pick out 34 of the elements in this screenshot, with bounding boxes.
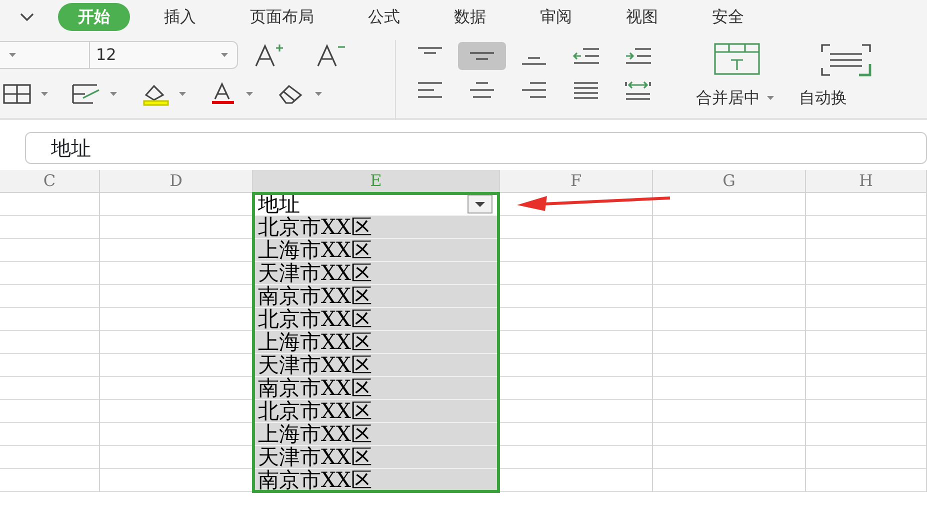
ribbon-tab[interactable]: 插入 — [144, 3, 216, 31]
table-cell: 天津市XX区 — [253, 446, 499, 469]
table-cell: 北京市XX区 — [253, 216, 499, 239]
table-cell: 天津市XX区 — [253, 262, 499, 285]
ribbon-tab[interactable]: 审阅 — [520, 3, 592, 31]
column-header[interactable]: G — [653, 170, 805, 193]
ribbon-tab[interactable]: 页面布局 — [230, 3, 334, 31]
wrap-text-button[interactable]: 自动换 — [797, 84, 849, 112]
table-cell: 北京市XX区 — [253, 308, 499, 331]
ribbon-tab[interactable]: 视图 — [606, 3, 678, 31]
column-header[interactable]: C — [0, 170, 99, 193]
formula-bar-field[interactable]: 地址 — [25, 132, 927, 164]
ribbon-tab[interactable]: 安全 — [692, 3, 764, 31]
ribbon-tab[interactable]: 公式 — [348, 3, 420, 31]
dropdown-icon[interactable] — [18, 11, 36, 23]
table-cell: 上海市XX区 — [253, 331, 499, 354]
table-cell: 上海市XX区 — [253, 423, 499, 446]
table-cell: 天津市XX区 — [253, 354, 499, 377]
table-cell: 南京市XX区 — [253, 285, 499, 308]
align-middle-icon[interactable] — [458, 42, 506, 70]
font-name-field[interactable] — [0, 41, 90, 69]
ribbon-tab[interactable]: 数据 — [434, 3, 506, 31]
cell-text: 地址 — [258, 193, 300, 215]
font-size-value: 12 — [96, 44, 116, 66]
column-header[interactable]: H — [806, 170, 926, 193]
table-cell: 北京市XX区 — [253, 400, 499, 423]
filter-dropdown-icon[interactable] — [465, 192, 495, 216]
column-header[interactable]: D — [100, 170, 252, 193]
table-cell: 南京市XX区 — [253, 377, 499, 400]
font-size-field[interactable]: 12 — [90, 41, 238, 69]
table-cell: 南京市XX区 — [253, 469, 499, 492]
column-header[interactable]: F — [500, 170, 652, 193]
merge-center-button[interactable]: 合并居中 — [694, 84, 779, 112]
table-cell: 上海市XX区 — [253, 239, 499, 262]
